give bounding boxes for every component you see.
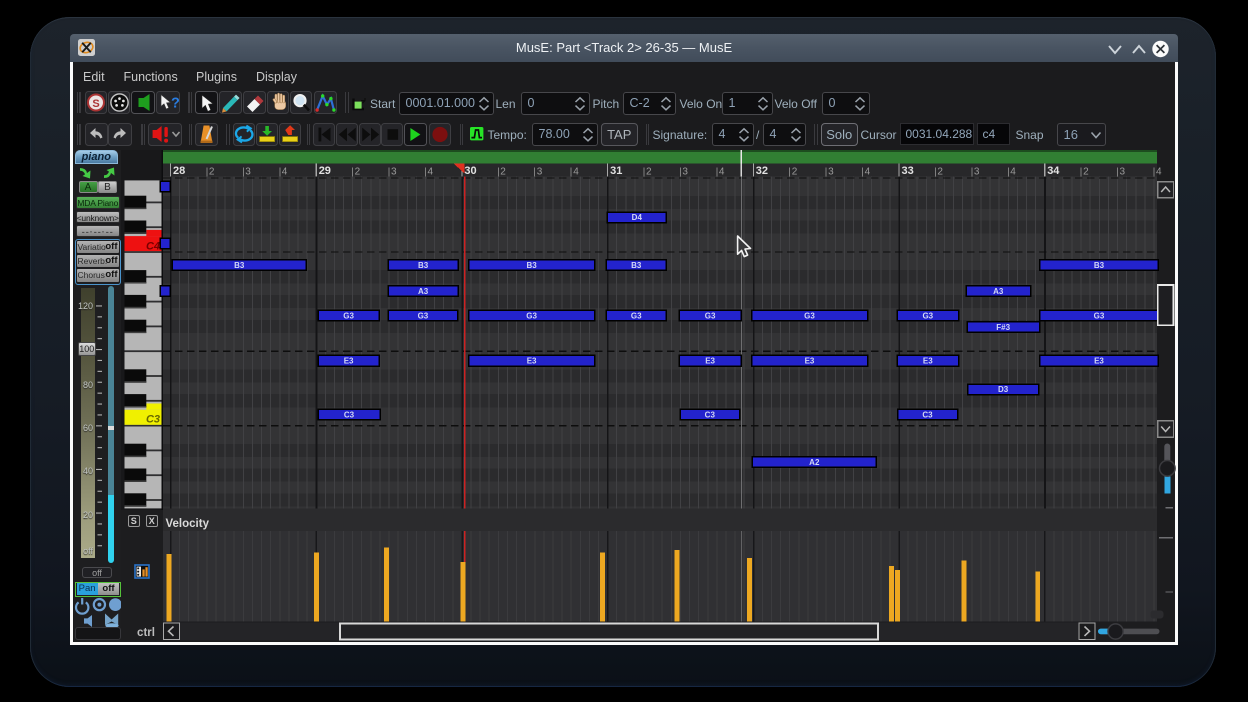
svg-text:B3: B3 bbox=[234, 261, 245, 270]
svg-text:A3: A3 bbox=[993, 287, 1004, 296]
svg-text:F#3: F#3 bbox=[996, 323, 1010, 332]
svg-text:G3: G3 bbox=[343, 311, 354, 320]
svg-text:32: 32 bbox=[756, 165, 768, 177]
svg-text:C3: C3 bbox=[705, 410, 716, 419]
svg-text:2: 2 bbox=[937, 167, 943, 178]
svg-text:4: 4 bbox=[1156, 167, 1162, 178]
svg-text:B3: B3 bbox=[526, 261, 537, 270]
svg-text:G3: G3 bbox=[804, 311, 815, 320]
svg-text:B3: B3 bbox=[418, 261, 429, 270]
svg-text:2: 2 bbox=[792, 167, 798, 178]
svg-text:E3: E3 bbox=[1094, 357, 1104, 366]
svg-text:4: 4 bbox=[428, 167, 434, 178]
svg-text:3: 3 bbox=[1120, 167, 1126, 178]
svg-text:3: 3 bbox=[974, 167, 980, 178]
svg-text:B3: B3 bbox=[631, 261, 642, 270]
svg-text:C3: C3 bbox=[344, 410, 355, 419]
svg-text:4: 4 bbox=[1010, 167, 1016, 178]
svg-text:D4: D4 bbox=[632, 213, 643, 222]
svg-text:G3: G3 bbox=[418, 311, 429, 320]
svg-text:29: 29 bbox=[319, 165, 331, 177]
svg-text:31: 31 bbox=[610, 165, 622, 177]
svg-text:3: 3 bbox=[682, 167, 688, 178]
svg-text:2: 2 bbox=[646, 167, 652, 178]
svg-text:4: 4 bbox=[573, 167, 579, 178]
svg-text:34: 34 bbox=[1047, 165, 1060, 177]
svg-text:G3: G3 bbox=[1094, 311, 1105, 320]
svg-text:G3: G3 bbox=[922, 311, 933, 320]
svg-text:G3: G3 bbox=[631, 311, 642, 320]
svg-text:33: 33 bbox=[902, 165, 914, 177]
svg-text:C4: C4 bbox=[145, 241, 159, 253]
svg-text:3: 3 bbox=[828, 167, 834, 178]
svg-text:3: 3 bbox=[537, 167, 543, 178]
svg-text:E3: E3 bbox=[344, 357, 354, 366]
svg-text:D3: D3 bbox=[998, 385, 1009, 394]
svg-text:B3: B3 bbox=[1094, 261, 1105, 270]
svg-text:2: 2 bbox=[500, 167, 506, 178]
svg-text:3: 3 bbox=[391, 167, 397, 178]
svg-text:G3: G3 bbox=[526, 311, 537, 320]
svg-text:E3: E3 bbox=[527, 357, 537, 366]
svg-text:2: 2 bbox=[209, 167, 215, 178]
svg-text:?: ? bbox=[171, 96, 180, 112]
svg-text:G3: G3 bbox=[705, 311, 716, 320]
svg-text:E3: E3 bbox=[705, 357, 715, 366]
svg-text:C3: C3 bbox=[145, 414, 159, 426]
svg-text:4: 4 bbox=[282, 167, 288, 178]
svg-text:4: 4 bbox=[865, 167, 871, 178]
svg-text:Velocity: Velocity bbox=[166, 518, 210, 530]
svg-text:4: 4 bbox=[719, 167, 725, 178]
svg-text:2: 2 bbox=[355, 167, 361, 178]
svg-text:E3: E3 bbox=[923, 357, 933, 366]
svg-text:2: 2 bbox=[1083, 167, 1089, 178]
svg-text:3: 3 bbox=[245, 167, 251, 178]
svg-text:C3: C3 bbox=[922, 410, 933, 419]
svg-text:A2: A2 bbox=[809, 458, 820, 467]
svg-text:28: 28 bbox=[173, 165, 185, 177]
svg-text:E3: E3 bbox=[805, 357, 815, 366]
svg-text:S: S bbox=[92, 98, 99, 110]
svg-text:A3: A3 bbox=[418, 287, 429, 296]
svg-text:30: 30 bbox=[464, 165, 476, 177]
